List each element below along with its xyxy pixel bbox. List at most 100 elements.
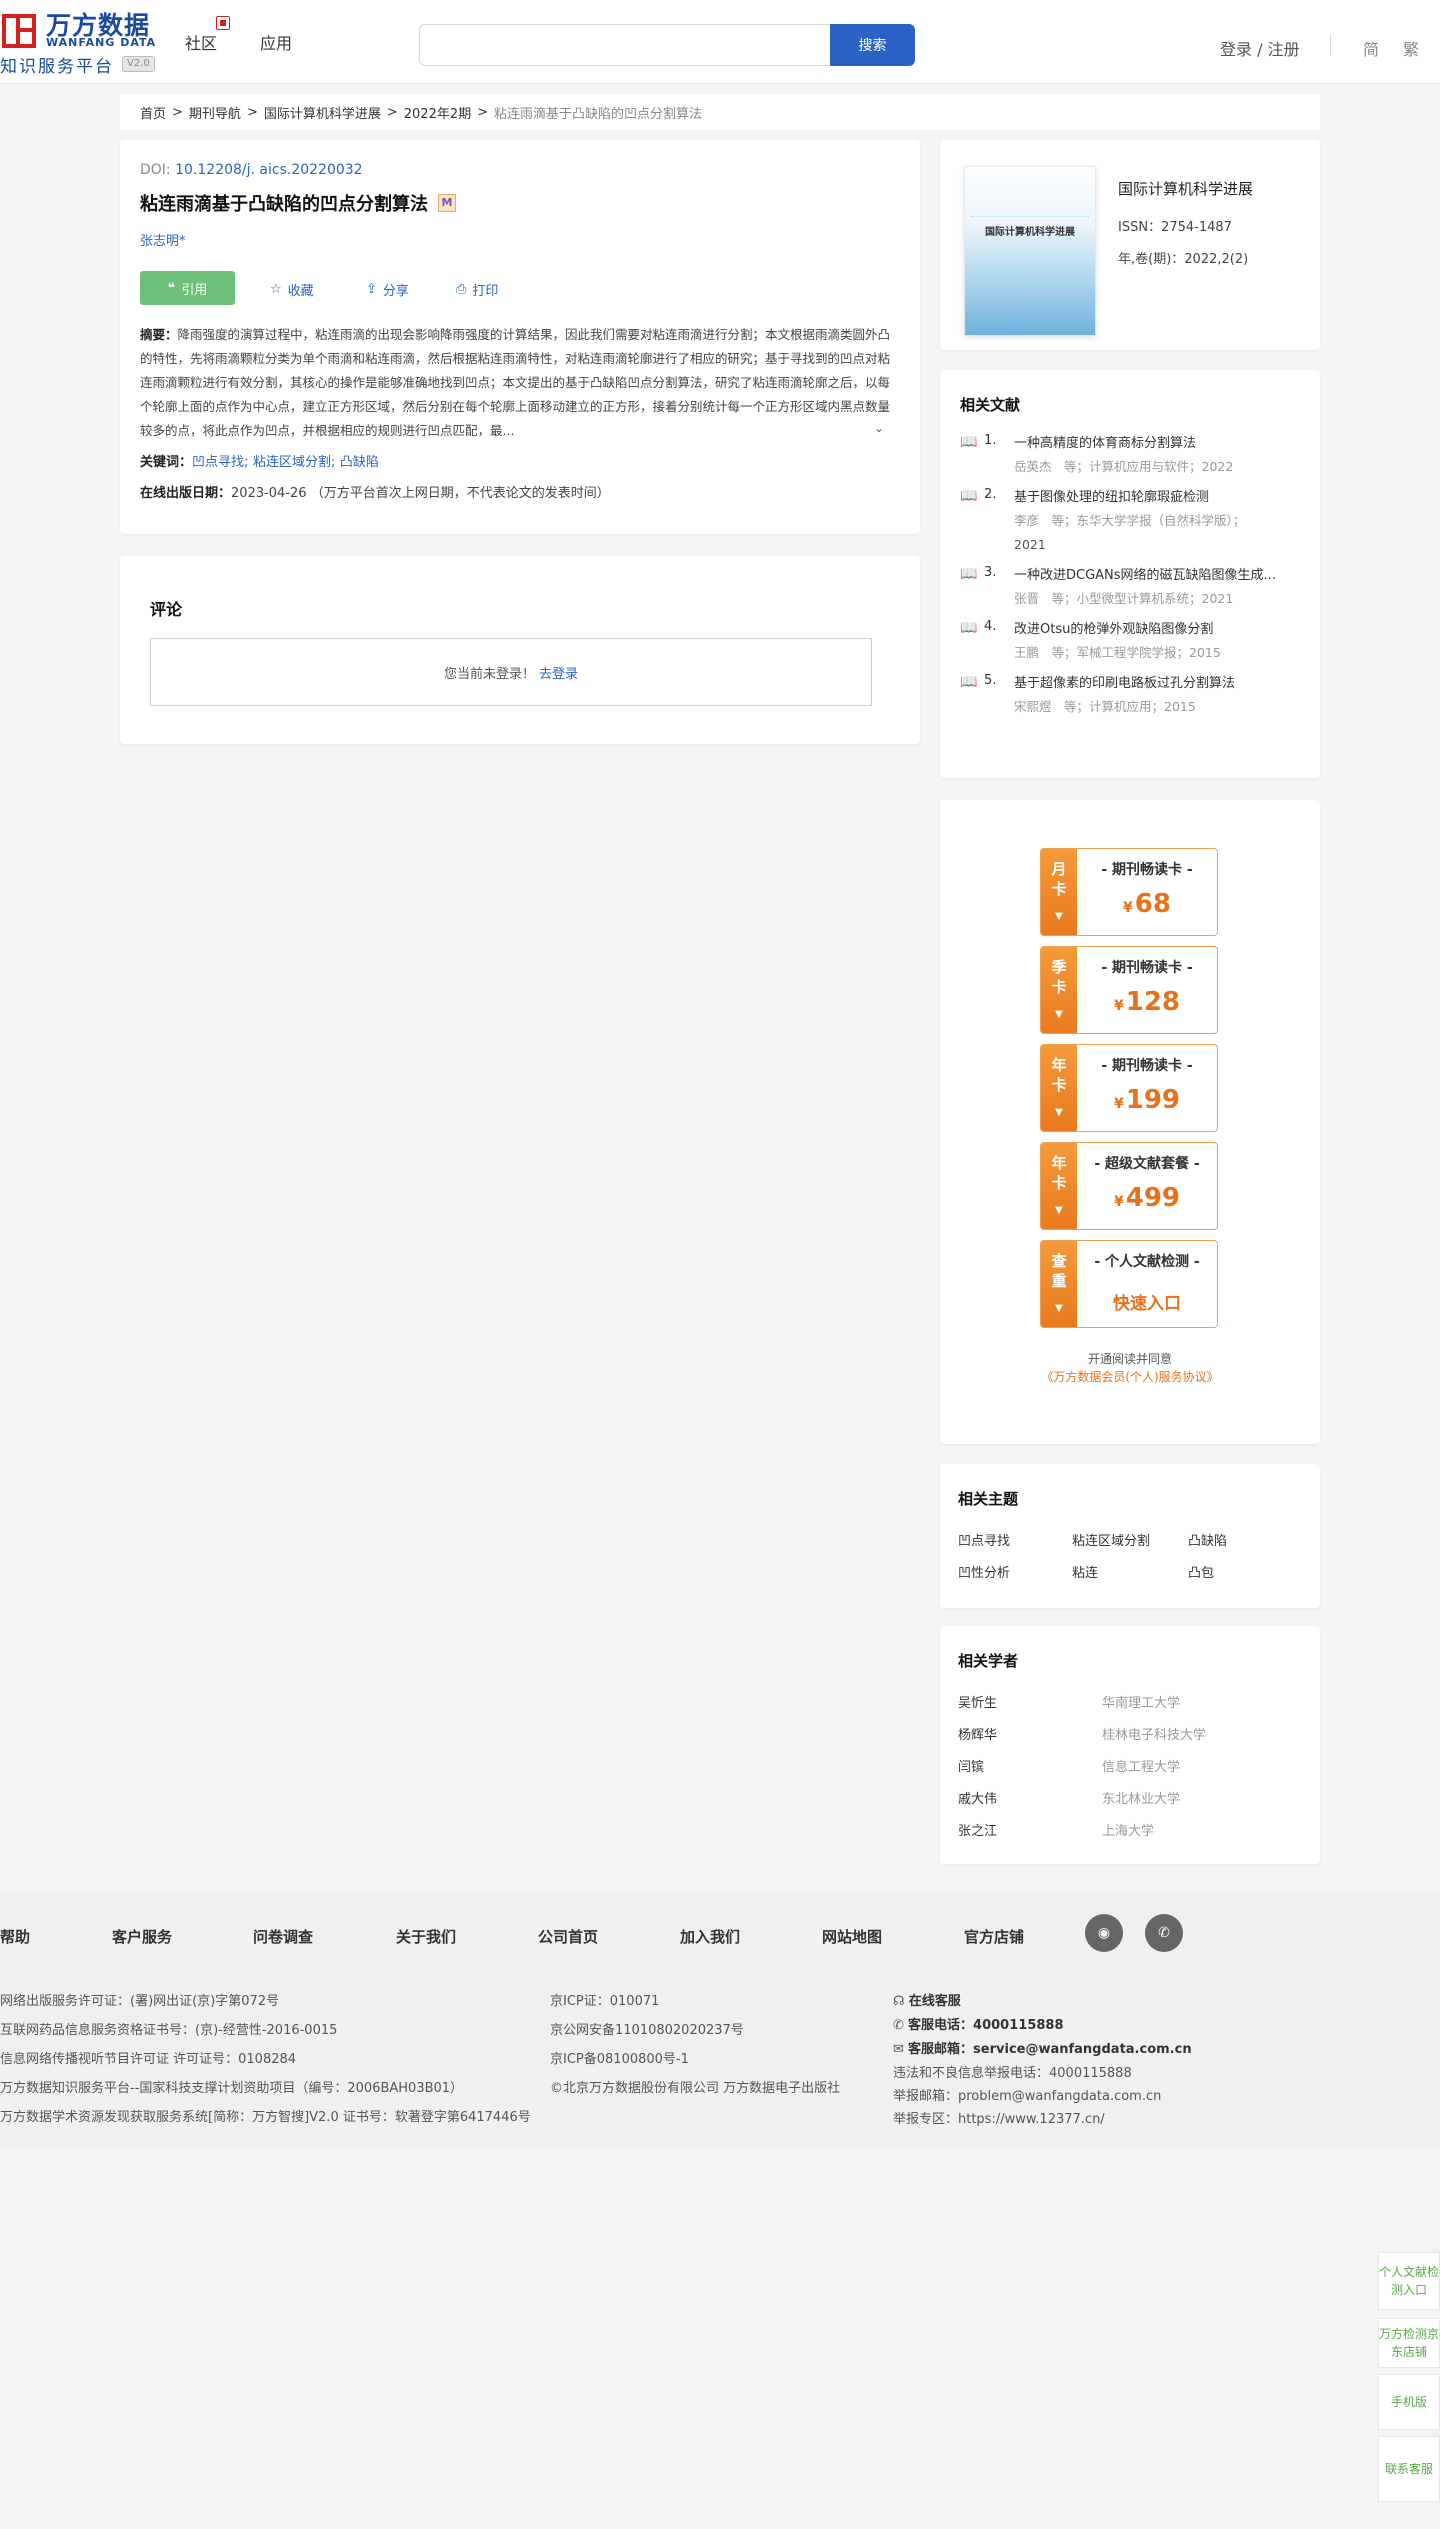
pubdate-value: 2023-04-26 （万方平台首次上网日期，不代表论文的发表时间） [231,486,610,501]
related-doc-link[interactable]: 改进Otsu的枪弹外观缺陷图像分割 [1014,619,1300,641]
m-badge-icon: M [438,194,456,212]
scholar-name-link[interactable]: 张之江 [958,1820,997,1839]
search-input[interactable] [419,24,831,66]
lang-simplified[interactable]: 简 [1363,36,1379,60]
footer-license: 万方数据学术资源发现获取服务系统[简称：万方智搜]V2.0 证书号：软著登字第6… [0,2110,531,2125]
super-package-button[interactable]: 年卡 ▼ - 超级文献套餐 - ¥499 [1040,1142,1218,1230]
lang-traditional[interactable]: 繁 [1403,36,1419,60]
card-side: 月卡 ▼ [1041,849,1077,935]
float-jd-store[interactable]: 万方检测京东店铺 [1378,2318,1440,2368]
item-number: 1. [984,433,997,448]
nav-community[interactable]: 社区 [185,30,217,54]
footer-nav-survey[interactable]: 问卷调查 [253,1926,313,1947]
breadcrumb-journal[interactable]: 国际计算机科学进展 [264,103,381,122]
email-value[interactable]: service@wanfangdata.com.cn [973,2042,1192,2057]
header-divider [1330,34,1331,56]
journal-name-link[interactable]: 国际计算机科学进展 [1118,178,1253,199]
footer-license: 互联网药品信息服务资格证书号：(京)-经营性-2016-0015 [0,2023,338,2038]
footer-nav-join[interactable]: 加入我们 [680,1926,740,1947]
headset-icon: ☊ [893,1994,909,2009]
card-price: ¥499 [1077,1183,1217,1213]
weibo-icon[interactable]: ◉ [1085,1914,1123,1952]
collect-button[interactable]: ☆ 收藏 [270,280,314,299]
scholar-name-link[interactable]: 闫镔 [958,1756,984,1775]
author-link[interactable]: 张志明* [140,234,186,249]
float-contact[interactable]: 联系客服 [1378,2436,1440,2502]
yearly-card-button[interactable]: 年卡 ▼ - 期刊畅读卡 - ¥199 [1040,1044,1218,1132]
footer-nav-about[interactable]: 关于我们 [396,1926,456,1947]
related-doc-meta: 王鹏 等；军械工程学院学报；2015 [1014,645,1221,660]
wanfang-logo[interactable]: 万方数据 WANFANG DATA 知识服务平台 V2.0 [0,6,160,77]
scholar-name-link[interactable]: 杨辉华 [958,1724,997,1743]
related-doc-link[interactable]: 一种改进DCGANs网络的磁瓦缺陷图像生成... [1014,565,1300,587]
topic-link[interactable]: 粘连区域分割 [1072,1530,1150,1549]
item-number: 4. [984,619,997,634]
float-mobile[interactable]: 手机版 [1378,2374,1440,2430]
scholar-name-link[interactable]: 戚大伟 [958,1788,997,1807]
item-number: 3. [984,565,997,580]
page-footer: 帮助 客户服务 问卷调查 关于我们 公司首页 加入我们 网站地图 官方店铺 ◉ … [0,1890,1440,2150]
cite-button[interactable]: ❝ 引用 [140,271,235,305]
float-personal-check[interactable]: 个人文献检测入口 [1378,2252,1440,2310]
monthly-card-button[interactable]: 月卡 ▼ - 期刊畅读卡 - ¥68 [1040,848,1218,936]
doi-link[interactable]: 10.12208/j. aics.20220032 [175,162,362,178]
breadcrumb-home[interactable]: 首页 [140,103,166,122]
nav-apps[interactable]: 应用 [260,30,292,54]
book-icon: 📖 [960,674,978,690]
search-button[interactable]: 搜索 [830,24,915,66]
keyword-link[interactable]: 凸缺陷 [340,455,379,470]
double-down-icon: ▼ [1055,1205,1063,1216]
card-side-label: 年卡 [1051,1056,1067,1094]
related-doc-link[interactable]: 基于图像处理的纽扣轮廓瑕疵检测 [1014,487,1300,509]
go-login-link[interactable]: 去登录 [539,663,578,682]
collect-label: 收藏 [287,284,314,299]
footer-icp[interactable]: 京ICP备08100800号-1 [550,2048,689,2067]
share-button[interactable]: ⇪ 分享 [366,280,409,299]
keyword-link[interactable]: 粘连区域分割; [253,455,335,470]
footer-nav-sitemap[interactable]: 网站地图 [822,1926,882,1947]
breadcrumb-current: 粘连雨滴基于凸缺陷的凹点分割算法 [494,106,703,122]
printer-icon: ⎙ [456,282,467,297]
quarterly-card-button[interactable]: 季卡 ▼ - 期刊畅读卡 - ¥128 [1040,946,1218,1034]
journal-cover[interactable]: 国际计算机科学进展 [964,166,1096,336]
online-service-link[interactable]: ☊ 在线客服 [893,1990,961,2009]
expand-chevron-icon[interactable]: ⌄ [871,416,884,440]
quote-icon: ❝ [167,280,176,296]
price-value: 499 [1125,1183,1181,1213]
footer-nav-store[interactable]: 官方店铺 [964,1926,1024,1947]
related-doc-link[interactable]: 一种高精度的体育商标分割算法 [1014,433,1300,455]
keyword-link[interactable]: 凹点寻找; [192,455,248,470]
breadcrumb-journal-nav[interactable]: 期刊导航 [189,103,241,122]
topic-link[interactable]: 粘连 [1072,1562,1098,1581]
breadcrumb-issue[interactable]: 2022年2期 [404,103,471,122]
footer-license: 网络出版服务许可证：(署)网出证(京)字第072号 [0,1994,280,2009]
online-service-label: 在线客服 [908,1994,961,2009]
report-site[interactable]: 举报专区：https://www.12377.cn/ [893,2108,1105,2127]
wanfang-logo-mark-icon [2,14,36,48]
topic-link[interactable]: 凸缺陷 [1188,1530,1227,1549]
footer-icp[interactable]: 京公网安备11010802020237号 [550,2019,744,2038]
topic-link[interactable]: 凹性分析 [958,1562,1010,1581]
card-price: ¥68 [1077,889,1217,919]
related-doc-meta: 宋熙煜 等；计算机应用；2015 [1014,699,1196,714]
quick-entry-label: 快速入口 [1113,1294,1181,1314]
top-header: 万方数据 WANFANG DATA 知识服务平台 V2.0 社区 应用 搜索 登… [0,0,1440,84]
list-item: 📖 5. 基于超像素的印刷电路板过孔分割算法 宋熙煜 等；计算机应用；2015 [960,673,1300,719]
topic-link[interactable]: 凸包 [1188,1562,1214,1581]
article-author[interactable]: 张志明* [140,230,900,249]
footer-nav-service[interactable]: 客户服务 [112,1926,172,1947]
related-doc-meta: 岳英杰 等；计算机应用与软件；2022 [1014,459,1234,474]
topic-link[interactable]: 凹点寻找 [958,1530,1010,1549]
list-item: 📖 3. 一种改进DCGANs网络的磁瓦缺陷图像生成... 张晋 等；小型微型计… [960,565,1300,611]
membership-agreement-link[interactable]: 《万方数据会员(个人)服务协议》 [940,1368,1320,1385]
print-button[interactable]: ⎙ 打印 [456,280,498,299]
wechat-icon[interactable]: ✆ [1145,1914,1183,1952]
related-topics-card: 相关主题 凹点寻找 粘连区域分割 凸缺陷 凹性分析 粘连 凸包 [940,1464,1320,1608]
footer-nav-company[interactable]: 公司首页 [538,1926,598,1947]
footer-nav-help[interactable]: 帮助 [0,1926,30,1947]
scholar-name-link[interactable]: 吴忻生 [958,1692,997,1711]
login-register-link[interactable]: 登录 / 注册 [1220,36,1300,60]
plagiarism-check-button[interactable]: 查重 ▼ - 个人文献检测 - 快速入口 [1040,1240,1218,1328]
keywords-row: 关键词：凹点寻找; 粘连区域分割; 凸缺陷 [140,451,900,470]
related-doc-link[interactable]: 基于超像素的印刷电路板过孔分割算法 [1014,673,1300,695]
